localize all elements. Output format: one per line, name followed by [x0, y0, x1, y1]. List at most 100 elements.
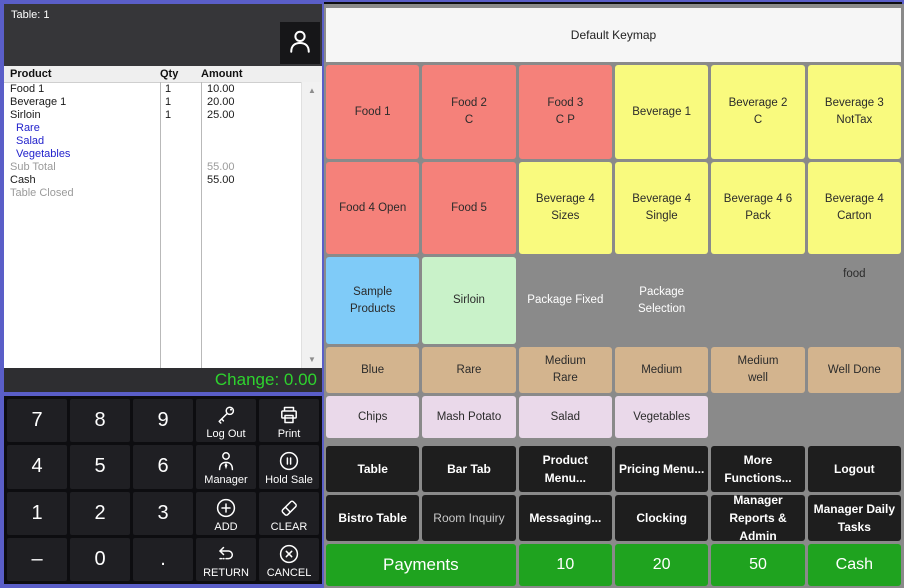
receipt-row-subtotal: Sub Total 55.00: [4, 161, 322, 174]
function-button-pricing-menu[interactable]: Pricing Menu...: [615, 446, 708, 492]
cancel-button[interactable]: CANCEL: [259, 538, 319, 581]
logout-key-button[interactable]: Log Out: [196, 399, 256, 442]
product-button-beverage-1[interactable]: Beverage 1: [615, 65, 708, 159]
product-button-beverage-4-6-pack[interactable]: Beverage 4 6 Pack: [711, 162, 804, 254]
key-8[interactable]: 8: [70, 399, 130, 442]
temp-button-rare[interactable]: Rare: [422, 347, 515, 393]
item-qty: [160, 187, 201, 200]
payment-label: Cash: [4, 174, 160, 187]
key-7[interactable]: 7: [7, 399, 67, 442]
function-button-bar-tab[interactable]: Bar Tab: [422, 446, 515, 492]
key-2[interactable]: 2: [70, 492, 130, 535]
scroll-down-icon[interactable]: ▼: [302, 351, 322, 368]
key-label: Hold Sale: [265, 474, 313, 486]
tender-10-button[interactable]: 10: [519, 544, 612, 586]
column-header-amount: Amount: [201, 68, 281, 80]
temp-button-medium[interactable]: Medium: [615, 347, 708, 393]
receipt-row[interactable]: Food 1 1 10.00: [4, 83, 322, 96]
key-minus[interactable]: –: [7, 538, 67, 581]
receipt-scrollbar[interactable]: ▲ ▼: [301, 82, 322, 368]
receipt-row-modifier[interactable]: Vegetables: [4, 148, 322, 161]
receipt-row-status: Table Closed: [4, 187, 322, 200]
side-button-salad[interactable]: Salad: [519, 396, 612, 438]
temp-button-medium-rare[interactable]: Medium Rare: [519, 347, 612, 393]
item-name: Beverage 1: [4, 96, 160, 109]
product-button-food-1[interactable]: Food 1: [326, 65, 419, 159]
hold-sale-button[interactable]: Hold Sale: [259, 445, 319, 488]
receipt-row[interactable]: Sirloin 1 25.00: [4, 109, 322, 122]
function-button-more-functions[interactable]: More Functions...: [711, 446, 804, 492]
item-qty: [160, 161, 201, 174]
return-button[interactable]: RETURN: [196, 538, 256, 581]
payments-button[interactable]: Payments: [326, 544, 516, 586]
function-button-product-menu[interactable]: Product Menu...: [519, 446, 612, 492]
scroll-up-icon[interactable]: ▲: [302, 82, 322, 99]
clear-button[interactable]: CLEAR: [259, 492, 319, 535]
product-button-beverage-4-sizes[interactable]: Beverage 4 Sizes: [519, 162, 612, 254]
product-button-food-5[interactable]: Food 5: [422, 162, 515, 254]
package-fixed-button[interactable]: Package Fixed: [519, 257, 612, 344]
function-button-manager-daily-tasks[interactable]: Manager Daily Tasks: [808, 495, 901, 541]
receipt-row[interactable]: Beverage 1 1 20.00: [4, 96, 322, 109]
pause-circle-icon: [277, 449, 301, 473]
side-button-chips[interactable]: Chips: [326, 396, 419, 438]
temp-button-blue[interactable]: Blue: [326, 347, 419, 393]
side-button-vegetables[interactable]: Vegetables: [615, 396, 708, 438]
package-selection-button[interactable]: Package Selection: [615, 257, 708, 344]
clerk-button[interactable]: [280, 22, 320, 64]
item-qty: [160, 174, 201, 187]
item-amount: [201, 135, 281, 148]
change-display: Change: 0.00: [4, 368, 322, 392]
function-button-room-inquiry[interactable]: Room Inquiry: [422, 495, 515, 541]
product-button-beverage-4-carton[interactable]: Beverage 4 Carton: [808, 162, 901, 254]
tender-50-button[interactable]: 50: [711, 544, 804, 586]
receipt-header: Table: 1: [4, 4, 322, 66]
key-1[interactable]: 1: [7, 492, 67, 535]
product-button-beverage-3[interactable]: Beverage 3 NotTax: [808, 65, 901, 159]
product-button-food-4-open[interactable]: Food 4 Open: [326, 162, 419, 254]
function-button-manager-reports-admin[interactable]: Manager Reports & Admin: [711, 495, 804, 541]
product-button-food-3[interactable]: Food 3 C P: [519, 65, 612, 159]
key-label: Print: [278, 428, 301, 440]
plus-circle-icon: [214, 496, 238, 520]
function-button-logout[interactable]: Logout: [808, 446, 901, 492]
item-qty: [160, 135, 201, 148]
numeric-keypad: 7 8 9 Log Out: [2, 394, 324, 586]
function-button-messaging[interactable]: Messaging...: [519, 495, 612, 541]
tender-cash-button[interactable]: Cash: [808, 544, 901, 586]
item-amount: [201, 148, 281, 161]
sample-products-button[interactable]: Sample Products: [326, 257, 419, 344]
receipt-row-modifier[interactable]: Salad: [4, 135, 322, 148]
key-9[interactable]: 9: [133, 399, 193, 442]
keymap-row-3: Sample Products Sirloin Package Fixed Pa…: [326, 257, 901, 344]
key-0[interactable]: 0: [70, 538, 130, 581]
receipt-row-modifier[interactable]: Rare: [4, 122, 322, 135]
keymap-row-5: Chips Mash Potato Salad Vegetables: [326, 396, 901, 438]
function-button-table[interactable]: Table: [326, 446, 419, 492]
tender-20-button[interactable]: 20: [615, 544, 708, 586]
function-button-clocking[interactable]: Clocking: [615, 495, 708, 541]
key-6[interactable]: 6: [133, 445, 193, 488]
keymap-row-8: Payments 10 20 50 Cash: [326, 544, 901, 586]
function-button-bistro-table[interactable]: Bistro Table: [326, 495, 419, 541]
print-button[interactable]: Print: [259, 399, 319, 442]
key-5[interactable]: 5: [70, 445, 130, 488]
side-button-mash-potato[interactable]: Mash Potato: [422, 396, 515, 438]
temp-button-well-done[interactable]: Well Done: [808, 347, 901, 393]
item-amount: 25.00: [201, 109, 281, 122]
item-qty: 1: [160, 83, 201, 96]
product-button-beverage-4-single[interactable]: Beverage 4 Single: [615, 162, 708, 254]
temp-button-medium-well[interactable]: Medium well: [711, 347, 804, 393]
manager-button[interactable]: Manager: [196, 445, 256, 488]
key-4[interactable]: 4: [7, 445, 67, 488]
product-button-beverage-2[interactable]: Beverage 2 C: [711, 65, 804, 159]
manager-person-icon: [214, 449, 238, 473]
sirloin-button[interactable]: Sirloin: [422, 257, 515, 344]
key-decimal[interactable]: .: [133, 538, 193, 581]
printer-icon: [277, 403, 301, 427]
add-button[interactable]: ADD: [196, 492, 256, 535]
product-button-food-2[interactable]: Food 2 C: [422, 65, 515, 159]
key-3[interactable]: 3: [133, 492, 193, 535]
item-amount: 20.00: [201, 96, 281, 109]
receipt-panel: Table: 1 Product Qty Amount: [2, 2, 324, 394]
